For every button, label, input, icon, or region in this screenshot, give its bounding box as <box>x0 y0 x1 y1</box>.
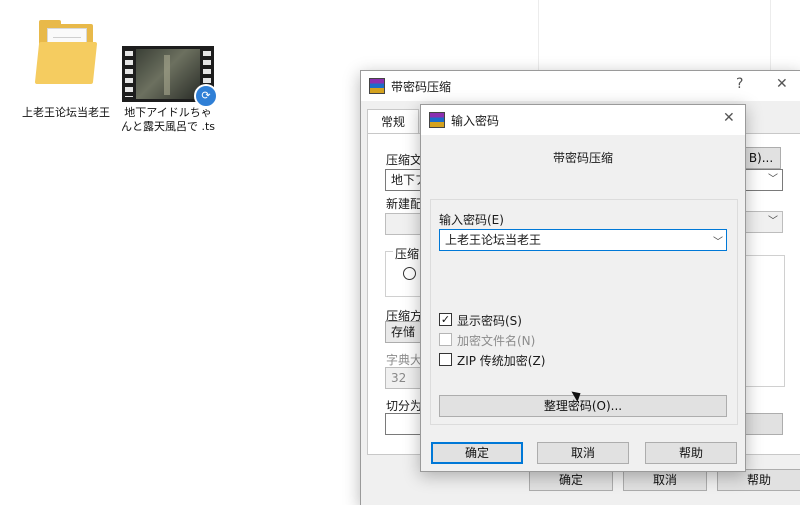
desktop-folder-item[interactable]: 上老王论坛当老王 <box>20 18 112 120</box>
dialog-cancel-button[interactable]: 取消 <box>537 442 629 464</box>
close-icon[interactable]: ✕ <box>723 110 735 126</box>
ok-button[interactable]: 确定 <box>529 469 613 491</box>
options-box-right <box>741 255 785 387</box>
show-password-checkbox[interactable]: ✓ 显示密码(S) <box>439 312 639 328</box>
split-combo[interactable] <box>385 413 425 435</box>
password-dialog: 输入密码 ✕ 带密码压缩 输入密码(E) 上老王论坛当老王 ﹀ ✓ 显示密码(S… <box>420 104 746 472</box>
encrypt-filenames-checkbox[interactable]: 加密文件名(N) <box>439 332 639 348</box>
show-password-label: 显示密码(S) <box>457 314 522 328</box>
desktop-video-item[interactable]: ⟳ 地下アイドルちゃんと露天風呂で .ts <box>120 46 218 134</box>
chevron-down-icon: ﹀ <box>768 216 778 227</box>
archive-name-field[interactable]: 地下ア <box>385 169 425 191</box>
desktop-video-label: 地下アイドルちゃんと露天風呂で .ts <box>120 106 216 133</box>
winrar-icon <box>369 78 385 94</box>
dict-size-label: 字典大 <box>386 353 423 367</box>
browse-button[interactable]: B)... <box>741 147 781 169</box>
zip-legacy-label: ZIP 传统加密(Z) <box>457 354 546 368</box>
archive-window-title: 带密码压缩 <box>391 80 452 94</box>
unchecked-box-icon <box>439 353 452 366</box>
video-file-icon: ⟳ <box>122 46 218 108</box>
winrar-icon <box>429 112 445 128</box>
dialog-title: 输入密码 <box>451 114 500 128</box>
method-combo[interactable]: 存储 <box>385 321 425 343</box>
help-icon[interactable]: ? <box>736 76 743 92</box>
chevron-down-icon: ﹀ <box>768 174 778 185</box>
update-mode-combo-right[interactable]: ﹀ <box>741 211 783 233</box>
format-radio[interactable] <box>403 267 416 280</box>
dialog-ok-button[interactable]: 确定 <box>431 442 523 464</box>
close-icon[interactable]: ✕ <box>776 76 788 92</box>
split-label: 切分为 <box>386 399 423 413</box>
format-group-label: 压缩 <box>393 245 422 262</box>
tab-general[interactable]: 常规 <box>367 109 419 134</box>
dict-size-combo[interactable]: 32 <box>385 367 425 389</box>
dialog-heading: 带密码压缩 <box>552 151 613 165</box>
dialog-titlebar: 输入密码 ✕ <box>421 105 745 135</box>
zip-legacy-checkbox[interactable]: ZIP 传统加密(Z) <box>439 352 639 368</box>
set-password-button-right[interactable] <box>741 413 783 435</box>
checked-box-icon: ✓ <box>439 313 452 326</box>
folder-icon <box>34 18 98 84</box>
desktop-folder-label: 上老王论坛当老王 <box>22 106 110 119</box>
password-input[interactable]: 上老王论坛当老王 <box>439 229 727 251</box>
player-badge-icon: ⟳ <box>194 84 218 108</box>
password-label: 输入密码(E) <box>439 213 504 227</box>
archive-window-titlebar: 带密码压缩 ? ✕ <box>361 71 800 101</box>
unchecked-box-icon <box>439 333 452 346</box>
update-mode-combo[interactable] <box>385 213 425 235</box>
dialog-help-button[interactable]: 帮助 <box>645 442 737 464</box>
help-button[interactable]: 帮助 <box>717 469 800 491</box>
archive-name-label: 压缩文 <box>386 153 423 167</box>
update-mode-label: 新建配 <box>386 197 423 211</box>
archive-name-combo-right[interactable]: ﹀ <box>741 169 783 191</box>
cancel-button[interactable]: 取消 <box>623 469 707 491</box>
encrypt-filenames-label: 加密文件名(N) <box>457 334 536 348</box>
chevron-down-icon[interactable]: ﹀ <box>713 233 741 248</box>
